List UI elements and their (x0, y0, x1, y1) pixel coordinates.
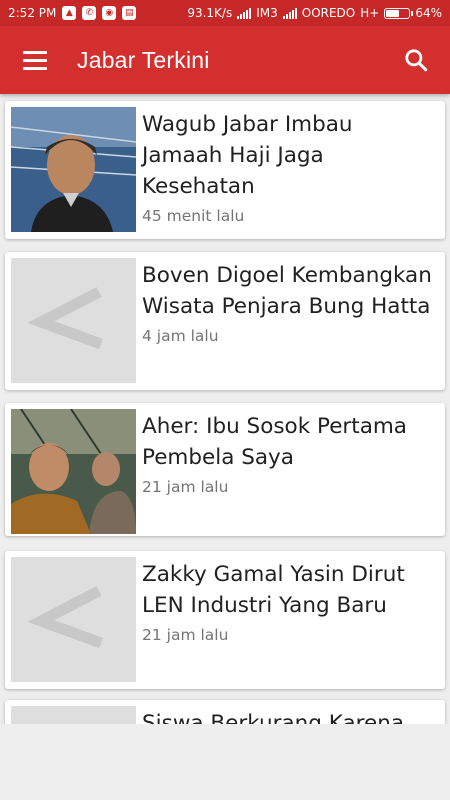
whatsapp-icon: ✆ (82, 6, 97, 20)
article-title: Wagub Jabar Imbau Jamaah Haji Jaga Keseh… (142, 112, 353, 199)
messenger-icon: ◉ (102, 6, 117, 20)
status-bar: 2:52 PM ▲ ✆ ◉ ▤ 93.1K/s IM3 OOREDO H+ 64… (0, 0, 450, 26)
hamburger-menu-icon[interactable] (13, 38, 57, 82)
search-icon[interactable] (396, 40, 436, 80)
signal-icon (237, 7, 252, 19)
placeholder-image-icon (11, 706, 136, 724)
article-time: 45 menit lalu (142, 207, 245, 225)
news-feed[interactable]: Wagub Jabar Imbau Jamaah Haji Jaga Keseh… (0, 94, 450, 724)
carrier-1: IM3 (256, 6, 278, 20)
placeholder-image-icon (11, 258, 136, 383)
article-thumbnail-photo (11, 409, 136, 534)
chat-icon: ▤ (122, 6, 137, 20)
article-title: Boven Digoel Kembangkan Wisata Penjara B… (142, 263, 432, 319)
article-card[interactable]: Boven Digoel Kembangkan Wisata Penjara B… (5, 252, 445, 390)
article-thumbnail-photo (11, 107, 136, 232)
app-bar: Jabar Terkini (0, 26, 450, 94)
network-type: H+ (360, 6, 380, 20)
article-card[interactable]: Siswa Berkurang Karena (5, 700, 445, 724)
article-time: 21 jam lalu (142, 626, 229, 644)
status-time: 2:52 PM (8, 6, 57, 20)
carrier-2: OOREDO (301, 6, 356, 20)
article-time: 21 jam lalu (142, 478, 229, 496)
placeholder-image-icon (11, 557, 136, 682)
notification-app-icon: ▲ (62, 6, 77, 20)
battery-icon (384, 7, 414, 19)
article-time: 4 jam lalu (142, 327, 219, 345)
article-title: Zakky Gamal Yasin Dirut LEN Industri Yan… (142, 562, 405, 618)
signal-icon-2 (282, 7, 297, 19)
article-title: Siswa Berkurang Karena (142, 711, 405, 724)
article-card[interactable]: Aher: Ibu Sosok Pertama Pembela Saya 21 … (5, 403, 445, 536)
navigation-bar-area (0, 724, 450, 800)
network-speed: 93.1K/s (187, 6, 233, 20)
battery-percent: 64% (415, 6, 442, 20)
article-title: Aher: Ibu Sosok Pertama Pembela Saya (142, 414, 407, 470)
app-title: Jabar Terkini (77, 46, 210, 73)
article-card[interactable]: Zakky Gamal Yasin Dirut LEN Industri Yan… (5, 551, 445, 689)
article-card[interactable]: Wagub Jabar Imbau Jamaah Haji Jaga Keseh… (5, 101, 445, 239)
